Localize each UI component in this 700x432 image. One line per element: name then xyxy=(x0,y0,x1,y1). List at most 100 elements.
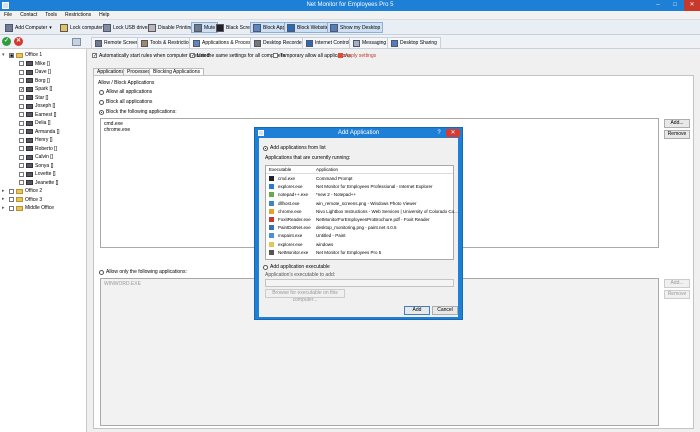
allow-all-option[interactable]: Allow all applications xyxy=(99,89,152,95)
tree-group[interactable]: ▸ Office 3 xyxy=(2,196,42,204)
menu-tools[interactable]: Tools xyxy=(45,12,57,18)
tree-group[interactable]: ▾ ■ Office 1 xyxy=(2,51,42,59)
computer-checkbox[interactable] xyxy=(19,163,24,168)
tree-computer-item[interactable]: ✓ Spark [] xyxy=(19,85,52,93)
add-executable-option[interactable]: Add application executable xyxy=(263,264,330,270)
computer-checkbox[interactable]: ✓ xyxy=(19,86,24,92)
tree-computer-item[interactable]: Sonya [] xyxy=(19,162,53,170)
computer-checkbox[interactable] xyxy=(19,95,24,100)
computer-checkbox[interactable] xyxy=(19,69,24,75)
add-allowed-button[interactable]: Add... xyxy=(664,279,690,288)
computer-checkbox[interactable] xyxy=(19,137,24,143)
tree-group[interactable]: ▸ Office 2 xyxy=(2,187,42,195)
app-list-row[interactable]: NetMonitor.exe Net Monitor for Employees … xyxy=(266,249,381,256)
block-all-option[interactable]: Block all applications xyxy=(99,99,152,105)
tree-computer-item[interactable]: Armanda [] xyxy=(19,128,59,136)
tree-computer-item[interactable]: Calvin [] xyxy=(19,153,53,161)
add-executable-radio[interactable] xyxy=(263,264,268,270)
add-from-list-option[interactable]: Add applications from list xyxy=(263,145,326,151)
help-icon[interactable]: ? xyxy=(435,129,443,137)
block-following-option[interactable]: Block the following applications: xyxy=(99,109,177,115)
tree-computer-item[interactable]: Borg [] xyxy=(19,77,50,85)
temp-allow-checkbox[interactable] xyxy=(273,53,278,58)
executable-path-field[interactable] xyxy=(265,279,454,287)
expand-arrow-icon[interactable]: ▾ xyxy=(2,52,7,58)
app-list-row[interactable]: cmd.exe Command Prompt xyxy=(266,175,353,182)
menu-contact[interactable]: Contact xyxy=(20,12,37,18)
column-application[interactable]: Application xyxy=(316,167,338,172)
add-button[interactable]: Add xyxy=(404,306,430,315)
tree-computer-item[interactable]: Dave [] xyxy=(19,68,51,76)
app-list-row[interactable]: FoxitReader.exe NetMonitorForEmployeesPro… xyxy=(266,216,430,223)
dialog-close-button[interactable]: ✕ xyxy=(446,129,460,137)
computer-checkbox[interactable] xyxy=(19,112,24,117)
app-list-row[interactable]: explorer.exe windows xyxy=(266,241,333,248)
add-computer-button[interactable]: Add Computer ▾ xyxy=(2,22,55,33)
block-following-radio[interactable] xyxy=(99,109,104,115)
minimize-button[interactable]: – xyxy=(650,0,666,11)
collapse-arrow-icon[interactable]: ▸ xyxy=(2,205,7,211)
collapse-arrow-icon[interactable]: ▸ xyxy=(2,188,7,194)
tree-computer-item[interactable]: Joseph [] xyxy=(19,102,55,110)
tree-computer-item[interactable]: Jeanette [] xyxy=(19,179,58,187)
tree-computer-item[interactable]: Henry [] xyxy=(19,136,53,144)
lock-computer-button[interactable]: Lock computer xyxy=(57,22,106,33)
computer-checkbox[interactable] xyxy=(19,171,24,177)
app-list-row[interactable]: explorer.exe Net Monitor for Employees Pr… xyxy=(266,183,433,190)
allow-only-radio[interactable] xyxy=(99,269,104,275)
apply-settings-link[interactable]: Apply settings xyxy=(338,52,376,59)
show-desktop-button[interactable]: Show my Desktop xyxy=(327,22,384,33)
same-settings-option[interactable]: ✓ Use the same settings for all computers… xyxy=(190,52,286,59)
computer-checkbox[interactable] xyxy=(19,180,24,185)
tree-computer-item[interactable]: Roberto [] xyxy=(19,145,57,153)
tree-computer-item[interactable]: Mike [] xyxy=(19,60,50,68)
tree-group[interactable]: ▸ Middle Office xyxy=(2,204,54,212)
tab-messaging[interactable]: Messaging xyxy=(349,37,391,48)
add-from-list-radio[interactable] xyxy=(263,145,268,151)
menu-file[interactable]: File xyxy=(4,12,12,18)
tree-computer-item[interactable]: Lovette [] xyxy=(19,170,56,178)
menu-help[interactable]: Help xyxy=(99,12,109,18)
app-list-row[interactable]: notepad++.exe *new 2 - Notepad++ xyxy=(266,191,356,198)
allow-all-radio[interactable] xyxy=(99,89,104,95)
group-checkbox[interactable] xyxy=(9,188,14,194)
settings-icon[interactable] xyxy=(72,38,81,46)
group-checkbox[interactable] xyxy=(9,205,14,211)
tree-computer-item[interactable]: Star [] xyxy=(19,94,48,102)
computer-checkbox[interactable] xyxy=(19,129,24,134)
remove-allowed-button[interactable]: Remove xyxy=(664,290,690,299)
computer-checkbox[interactable] xyxy=(19,154,24,160)
remove-blocked-button[interactable]: Remove xyxy=(664,130,690,139)
close-button[interactable]: ✕ xyxy=(684,0,700,11)
checkmark-icon[interactable]: ✓ xyxy=(2,37,11,46)
computer-checkbox[interactable] xyxy=(19,61,24,66)
running-apps-list[interactable]: Executable Application cmd.exe Command Pr… xyxy=(265,165,458,260)
disable-printing-button[interactable]: Disable Printing xyxy=(145,22,196,33)
app-list-row[interactable]: chrome.exe Nivo Lightbox Instructions - W… xyxy=(266,208,458,215)
collapse-arrow-icon[interactable]: ▸ xyxy=(2,197,7,202)
same-settings-checkbox[interactable]: ✓ xyxy=(190,53,195,59)
add-blocked-button[interactable]: Add... xyxy=(664,119,690,128)
tab-desktop-recorder[interactable]: Desktop Recorder xyxy=(250,37,308,48)
app-list-row[interactable]: mspaint.exe Untitled - Paint xyxy=(266,232,346,239)
app-list-row[interactable]: dllhost.exe win_remote_screens.png - Wind… xyxy=(266,200,416,207)
computer-checkbox[interactable] xyxy=(19,120,24,126)
browse-button[interactable]: Browse for executable on this computer..… xyxy=(265,289,345,303)
maximize-button[interactable]: □ xyxy=(667,0,683,11)
auto-start-checkbox[interactable]: ✓ xyxy=(92,53,97,59)
group-checkbox[interactable]: ■ xyxy=(9,52,14,58)
allow-only-option[interactable]: Allow only the following applications: xyxy=(99,269,187,275)
cancel-button[interactable]: Cancel xyxy=(432,306,458,315)
computer-checkbox[interactable] xyxy=(19,146,24,151)
app-list-row[interactable]: PaintDotNet.exe desktop_monitoring.png - … xyxy=(266,224,397,231)
tab-desktop-sharing[interactable]: Desktop Sharing xyxy=(387,37,441,48)
group-checkbox[interactable] xyxy=(9,197,14,202)
computer-checkbox[interactable] xyxy=(19,103,24,109)
tree-computer-item[interactable]: Delia [] xyxy=(19,119,51,127)
close-icon[interactable]: ✕ xyxy=(14,37,23,46)
menu-restrictions[interactable]: Restrictions xyxy=(65,12,91,18)
block-all-radio[interactable] xyxy=(99,99,104,105)
column-executable[interactable]: Executable xyxy=(269,167,291,172)
computer-checkbox[interactable] xyxy=(19,78,24,83)
tab-internet-control[interactable]: Internet Control xyxy=(302,37,354,48)
